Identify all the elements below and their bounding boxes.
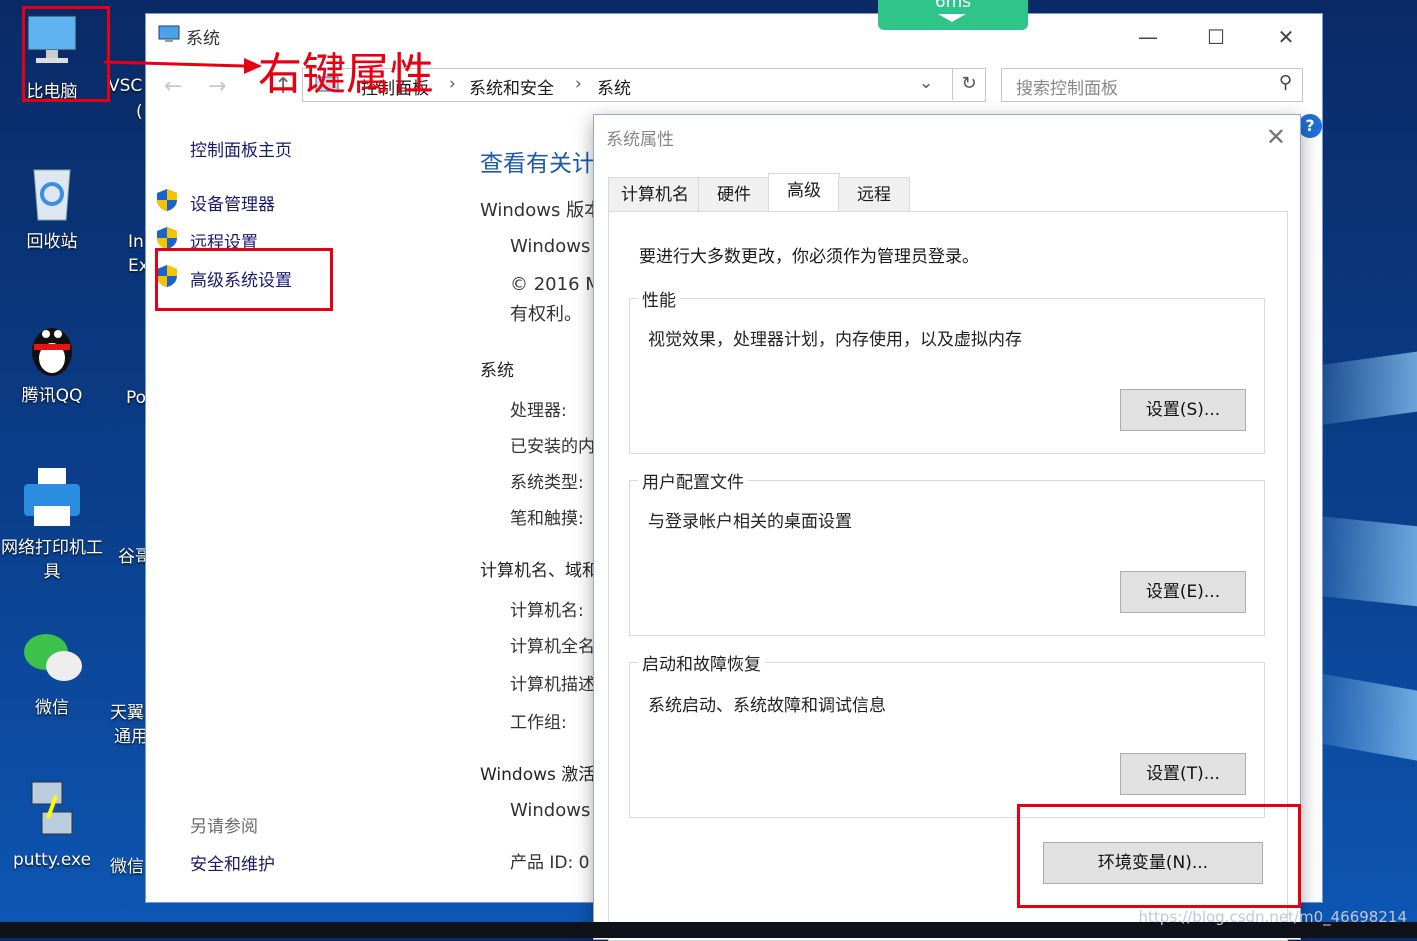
qq-penguin-icon [20, 314, 84, 378]
security-maintenance-link[interactable]: 安全和维护 [190, 850, 275, 875]
desktop-icon-label: 回收站 [26, 232, 78, 252]
desktop-icon-printer-tool[interactable]: 网络打印机工具 [1, 466, 103, 584]
group-title: 用户配置文件 [638, 468, 748, 493]
field-label: 笔和触摸: [510, 509, 584, 529]
breadcrumb-separator: › [449, 74, 456, 94]
tab-remote[interactable]: 远程 [838, 177, 910, 212]
window-title: 系统 [186, 29, 220, 49]
see-also-title: 另请参阅 [190, 817, 258, 837]
section-title: 系统 [480, 361, 514, 381]
wechat-icon [20, 626, 84, 690]
desktop-icon-putty[interactable]: putty.exe [2, 778, 102, 872]
desktop-partial-label: 微信 [110, 857, 144, 877]
field-label: 产品 ID: 0 [510, 853, 590, 873]
field-label: 计算机名: [510, 601, 584, 621]
group-title: 启动和故障恢复 [638, 650, 765, 675]
control-panel-home-link[interactable]: 控制面板主页 [190, 136, 292, 161]
desktop-icon-label: 腾讯QQ [21, 386, 83, 406]
desktop-icon-wechat[interactable]: 微信 [2, 626, 102, 720]
group-title: 性能 [638, 286, 680, 311]
performance-group: 性能 视觉效果，处理器计划，内存使用，以及虚拟内存 设置(S)... [629, 286, 1265, 454]
close-icon[interactable]: ✕ [1266, 123, 1286, 151]
field-label: Windows [510, 800, 591, 821]
desktop-icon-label: 微信 [35, 698, 69, 718]
search-placeholder: 搜索控制面板 [1016, 79, 1118, 99]
maximize-button[interactable]: ☐ [1196, 22, 1236, 52]
refresh-icon[interactable]: ↻ [952, 68, 985, 100]
field-label: 系统类型: [510, 473, 584, 493]
desktop-partial-label: 天翼 [110, 703, 144, 723]
shield-icon [156, 226, 178, 250]
admin-notice: 要进行大多数更改，你必须作为管理员登录。 [639, 247, 979, 267]
dialog-title: 系统属性 [606, 130, 674, 150]
tab-advanced[interactable]: 高级 [768, 173, 840, 214]
group-description: 系统启动、系统故障和调试信息 [648, 696, 886, 716]
search-input[interactable]: 搜索控制面板 ⚲ [1001, 68, 1303, 102]
desktop-icon-label: putty.exe [12, 850, 92, 870]
annotation-text: 右键属性 [258, 49, 434, 100]
copyright: © 2016 M [510, 274, 601, 295]
printer-icon [20, 466, 84, 530]
close-button[interactable]: ✕ [1266, 22, 1306, 52]
user-profiles-settings-button[interactable]: 设置(E)... [1120, 571, 1246, 613]
performance-settings-button[interactable]: 设置(S)... [1120, 389, 1246, 431]
windows-name: Windows [510, 236, 591, 257]
desktop-icon-qq[interactable]: 腾讯QQ [2, 314, 102, 408]
desktop-icon-recycle-bin[interactable]: 回收站 [2, 160, 102, 254]
recycle-bin-icon [20, 160, 84, 224]
breadcrumb-separator: › [575, 74, 582, 94]
help-icon[interactable]: ? [1298, 114, 1322, 138]
search-icon[interactable]: ⚲ [1279, 72, 1292, 93]
field-label: 计算机全名 [510, 637, 595, 657]
annotation-arrow [104, 58, 262, 74]
device-manager-link[interactable]: 设备管理器 [190, 190, 275, 215]
breadcrumb-item[interactable]: 系统 [597, 74, 631, 99]
shield-icon [156, 188, 178, 212]
system-monitor-icon [158, 24, 180, 48]
chevron-down-icon[interactable]: ⌄ [919, 73, 933, 93]
field-label: 已安装的内 [510, 437, 595, 457]
copyright: 有权利。 [510, 304, 582, 325]
section-title: 计算机名、域和 [480, 561, 599, 581]
watermark: https://blog.csdn.net/m0_46698214 [1138, 908, 1407, 926]
section-title: Windows 版本 [480, 200, 603, 221]
section-title: Windows 激活 [480, 765, 596, 785]
minimize-button[interactable]: — [1128, 22, 1168, 52]
latency-badge: 6ms [878, 0, 1028, 30]
startup-recovery-settings-button[interactable]: 设置(T)... [1120, 753, 1246, 795]
tab-hardware[interactable]: 硬件 [698, 177, 770, 212]
group-description: 视觉效果，处理器计划，内存使用，以及虚拟内存 [648, 330, 1022, 350]
field-label: 工作组: [510, 713, 567, 733]
desktop-icon-label: 网络打印机工具 [1, 538, 103, 582]
annotation-highlight-box [22, 6, 110, 102]
startup-recovery-group: 启动和故障恢复 系统启动、系统故障和调试信息 设置(T)... [629, 650, 1265, 818]
chevron-down-icon [938, 14, 966, 22]
putty-icon [20, 778, 84, 842]
field-label: 计算机描述 [510, 675, 595, 695]
badge-text: 6ms [934, 0, 972, 12]
group-description: 与登录帐户相关的桌面设置 [648, 512, 852, 532]
tab-computer-name[interactable]: 计算机名 [608, 177, 702, 212]
page-heading: 查看有关计 [480, 151, 595, 177]
user-profiles-group: 用户配置文件 与登录帐户相关的桌面设置 设置(E)... [629, 468, 1265, 636]
annotation-highlight-box [1017, 804, 1301, 908]
annotation-highlight-box [155, 248, 333, 311]
field-label: 处理器: [510, 401, 567, 421]
breadcrumb-item[interactable]: 系统和安全 [469, 74, 554, 99]
